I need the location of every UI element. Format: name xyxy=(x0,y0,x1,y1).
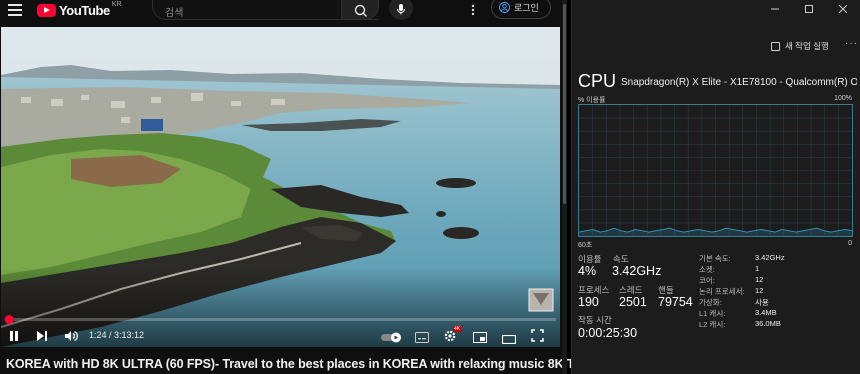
progress-track[interactable] xyxy=(5,318,556,321)
graph-time-label: 60초 xyxy=(578,242,593,249)
pause-icon xyxy=(10,331,18,341)
spec-key: 소켓: xyxy=(699,265,715,274)
captions-button[interactable] xyxy=(415,330,429,348)
cpu-model-name: Snapdragon(R) X Elite - X1E78100 - Qualc… xyxy=(621,77,857,88)
login-button[interactable]: 로그인 xyxy=(491,0,551,19)
theater-icon xyxy=(501,334,517,345)
microphone-icon xyxy=(397,4,405,15)
close-button[interactable] xyxy=(826,0,860,18)
maximize-icon xyxy=(805,5,813,13)
spec-key: 가상화: xyxy=(699,298,722,307)
spec-value: 36.0MB xyxy=(755,319,781,328)
youtube-play-icon xyxy=(37,3,56,17)
video-title[interactable]: KOREA with HD 8K ULTRA (60 FPS)- Travel … xyxy=(6,357,583,371)
quality-badge: 4K xyxy=(453,326,462,332)
new-task-label: 새 작업 실행 xyxy=(785,41,829,51)
threads-value: 2501 xyxy=(619,295,647,309)
spec-key: 코어: xyxy=(699,276,715,285)
page-title: CPU xyxy=(578,71,617,91)
scrollbar-thumb[interactable] xyxy=(563,4,566,204)
graph-end-label: 0 xyxy=(848,240,852,247)
account-icon xyxy=(499,2,510,13)
miniplayer-icon xyxy=(473,332,487,343)
volume-icon xyxy=(65,330,78,342)
cpu-graph-canvas xyxy=(578,105,853,236)
uptime-value: 0:00:25:30 xyxy=(578,326,638,340)
autoplay-toggle-icon xyxy=(381,332,401,343)
miniplayer-button[interactable] xyxy=(473,330,487,348)
search-placeholder: 검색 xyxy=(165,8,184,19)
time-display: 1:24 / 3:13:12 xyxy=(89,330,145,340)
spec-value: 사용 xyxy=(755,298,769,307)
voice-search-button[interactable] xyxy=(389,0,413,20)
minimize-icon xyxy=(771,8,779,10)
search-icon xyxy=(354,4,367,17)
handles-value: 79754 xyxy=(658,295,693,309)
more-options-icon[interactable] xyxy=(466,3,480,17)
cpu-utilization-graph xyxy=(578,104,853,237)
youtube-header: YouTube KR 검색 로그인 xyxy=(0,0,567,27)
new-task-icon xyxy=(771,41,780,51)
theater-mode-button[interactable] xyxy=(501,331,517,349)
spec-value: 12 xyxy=(755,275,764,284)
processes-value: 190 xyxy=(578,295,599,309)
spec-value: 3.42GHz xyxy=(755,253,785,262)
graph-grid xyxy=(579,105,852,236)
utilization-value: 4% xyxy=(578,264,597,278)
spec-key: L2 캐시: xyxy=(699,320,726,329)
spec-value: 3.4MB xyxy=(755,308,777,317)
login-label: 로그인 xyxy=(514,3,539,13)
more-options-icon[interactable]: ··· xyxy=(845,38,858,49)
spec-key: L1 캐시: xyxy=(699,309,726,318)
maximize-button[interactable] xyxy=(792,0,826,18)
uptime-label: 작동 시간 xyxy=(578,315,612,325)
captions-icon xyxy=(415,332,429,343)
next-icon xyxy=(37,331,47,341)
fullscreen-button[interactable] xyxy=(531,329,544,347)
page-scrollbar[interactable] xyxy=(562,0,567,374)
utilization-axis-max: 100% xyxy=(834,95,852,102)
youtube-window: YouTube KR 검색 로그인 1:24 / 3:13:12 4K KORE… xyxy=(0,0,583,374)
window-controls xyxy=(758,0,860,18)
next-button[interactable] xyxy=(36,329,48,347)
fullscreen-icon xyxy=(531,329,544,342)
new-task-button[interactable]: 새 작업 실행 xyxy=(771,40,829,52)
volume-button[interactable] xyxy=(64,329,78,347)
speed-value: 3.42GHz xyxy=(612,264,662,278)
task-manager-window: 새 작업 실행 ··· CPU Snapdragon(R) X Elite - … xyxy=(571,0,860,374)
spec-value: 12 xyxy=(755,286,764,295)
minimize-button[interactable] xyxy=(758,0,792,18)
region-code: KR xyxy=(111,0,122,8)
video-player[interactable] xyxy=(1,27,560,347)
search-button[interactable] xyxy=(341,0,379,20)
spec-value: 1 xyxy=(755,264,760,273)
close-icon xyxy=(839,5,847,13)
spec-key: 논리 프로세서: xyxy=(699,287,745,296)
youtube-logo[interactable]: YouTube KR xyxy=(37,0,122,18)
progress-scrubber[interactable] xyxy=(4,315,14,324)
youtube-logo-text: YouTube xyxy=(59,2,110,18)
autoplay-toggle[interactable] xyxy=(381,330,403,348)
pause-button[interactable] xyxy=(8,329,20,347)
spec-key: 기본 속도: xyxy=(699,254,731,263)
menu-icon[interactable] xyxy=(8,4,22,16)
video-frame xyxy=(1,27,560,347)
